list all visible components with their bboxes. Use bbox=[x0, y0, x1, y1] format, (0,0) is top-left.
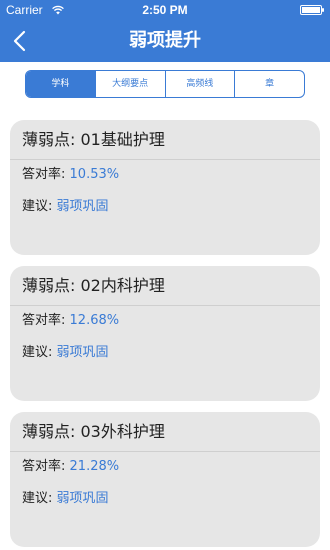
status-time: 2:50 PM bbox=[142, 3, 188, 17]
suggestion-link[interactable]: 弱项巩固 bbox=[57, 491, 109, 506]
accuracy-row: 答对率: 21.28% bbox=[10, 452, 320, 482]
card-title: 薄弱点: 01基础护理 bbox=[10, 120, 320, 160]
accuracy-value: 12.68% bbox=[69, 313, 120, 328]
weakness-card[interactable]: 薄弱点: 02内科护理 答对率: 12.68% 建议: 弱项巩固 bbox=[10, 266, 320, 401]
suggestion-row: 建议: 弱项巩固 bbox=[10, 192, 320, 222]
suggestion-label: 建议: bbox=[22, 491, 53, 506]
card-title: 薄弱点: 02内科护理 bbox=[10, 266, 320, 306]
suggestion-row: 建议: 弱项巩固 bbox=[10, 484, 320, 514]
status-bar: Carrier 2:50 PM bbox=[0, 0, 330, 20]
nav-bar: 弱项提升 bbox=[0, 20, 330, 62]
suggestion-link[interactable]: 弱项巩固 bbox=[57, 199, 109, 214]
suggestion-label: 建议: bbox=[22, 199, 53, 214]
suggestion-label: 建议: bbox=[22, 345, 53, 360]
segment-bar: 学科 大纲要点 高频线 章 bbox=[0, 62, 330, 106]
accuracy-label: 答对率: bbox=[22, 313, 66, 328]
page-title: 弱项提升 bbox=[129, 30, 201, 51]
tab-subject[interactable]: 学科 bbox=[26, 71, 95, 97]
accuracy-label: 答对率: bbox=[22, 167, 66, 182]
tab-outline-points[interactable]: 大纲要点 bbox=[94, 71, 165, 97]
card-title: 薄弱点: 03外科护理 bbox=[10, 412, 320, 452]
suggestion-row: 建议: 弱项巩固 bbox=[10, 338, 320, 368]
weakness-card[interactable]: 薄弱点: 03外科护理 答对率: 21.28% 建议: 弱项巩固 bbox=[10, 412, 320, 547]
accuracy-value: 10.53% bbox=[69, 167, 120, 182]
top-bar: Carrier 2:50 PM 弱项提升 bbox=[0, 0, 330, 62]
accuracy-row: 答对率: 12.68% bbox=[10, 306, 320, 336]
tab-chapter[interactable]: 章 bbox=[234, 71, 304, 97]
accuracy-value: 21.28% bbox=[69, 459, 120, 474]
accuracy-label: 答对率: bbox=[22, 459, 66, 474]
accuracy-row: 答对率: 10.53% bbox=[10, 160, 320, 190]
suggestion-link[interactable]: 弱项巩固 bbox=[57, 345, 109, 360]
battery-icon bbox=[300, 5, 324, 15]
tab-high-frequency[interactable]: 高频线 bbox=[164, 71, 235, 97]
segmented-control: 学科 大纲要点 高频线 章 bbox=[25, 70, 305, 98]
weakness-card[interactable]: 薄弱点: 01基础护理 答对率: 10.53% 建议: 弱项巩固 bbox=[10, 120, 320, 255]
